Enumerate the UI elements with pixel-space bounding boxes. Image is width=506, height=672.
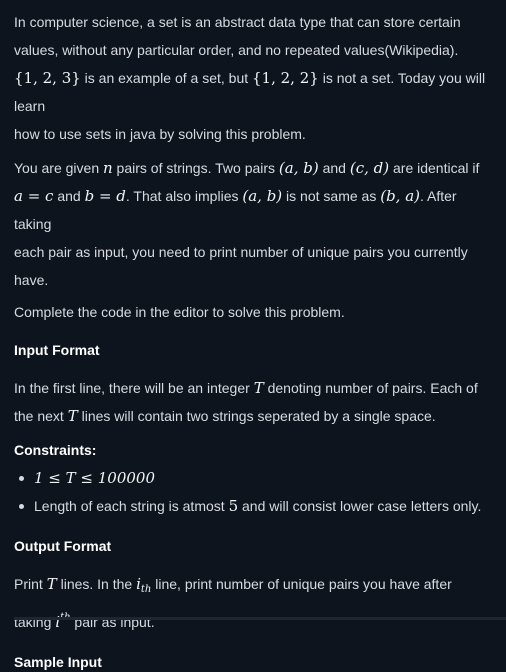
- text: lines. In the: [56, 576, 137, 592]
- math-T: T: [67, 407, 78, 425]
- text: denoting number of pairs. Each of: [263, 380, 478, 396]
- math-T: T: [253, 379, 264, 397]
- text: is an example of a set, but: [80, 70, 253, 86]
- math-n: n: [103, 159, 113, 177]
- text: line, print number of unique pairs you h…: [151, 576, 452, 592]
- input-format-line-1: In the first line, there will be an inte…: [0, 374, 506, 402]
- text: and: [53, 188, 85, 204]
- math-i-th: ith: [136, 575, 152, 595]
- intro-line-2: values, without any particular order, an…: [0, 36, 506, 64]
- task-line-2: a = c and b = d. That also implies (a, b…: [0, 182, 506, 238]
- intro-line-3: {1, 2, 3} is an example of a set, but {1…: [0, 64, 506, 120]
- intro-line-1: In computer science, a set is an abstrac…: [0, 8, 506, 36]
- text: and: [318, 160, 350, 176]
- text: the next: [14, 408, 68, 424]
- task-line-4: have.: [0, 266, 506, 294]
- text: have.: [14, 272, 49, 288]
- math-set-example: {1, 2, 3}: [14, 69, 81, 87]
- math-T: T: [46, 575, 57, 593]
- math-pair-ba: (b, a): [380, 187, 421, 205]
- input-format-line-2: the next T lines will contain two string…: [0, 402, 506, 430]
- constraints-heading: Constraints:: [14, 442, 97, 458]
- text: In computer science, a set is an abstrac…: [14, 14, 461, 30]
- text: are identical if: [389, 160, 480, 176]
- constraints-list: 1 ≤ T ≤ 100000 Length of each string is …: [0, 464, 506, 520]
- text: In the first line, there will be an inte…: [14, 380, 254, 396]
- output-format-line-2: taking ith pair as input.: [0, 604, 506, 636]
- subscript: th: [140, 584, 152, 595]
- input-format-heading: Input Format: [14, 342, 100, 358]
- text: Length of each string is atmost: [34, 498, 229, 514]
- text: values, without any particular order, an…: [14, 42, 459, 58]
- text: and will consist lower case letters only…: [238, 498, 482, 514]
- output-format-line-1: Print T lines. In the ith line, print nu…: [0, 570, 506, 604]
- text: You are given: [14, 160, 103, 176]
- text: pairs of strings. Two pairs: [112, 160, 279, 176]
- math-pair-ab: (a, b): [278, 159, 319, 177]
- problem-statement: In computer science, a set is an abstrac…: [0, 0, 506, 670]
- text: how to use sets in java by solving this …: [14, 126, 306, 142]
- math-set-counterexample: {1, 2, 2}: [252, 69, 319, 87]
- text: each pair as input, you need to print nu…: [14, 244, 468, 260]
- math-b-eq-d: b = d: [84, 187, 126, 205]
- sample-input-heading: Sample Input: [14, 654, 102, 670]
- list-item: Length of each string is atmost 5 and wi…: [19, 492, 506, 520]
- task-line-3: each pair as input, you need to print nu…: [0, 238, 506, 266]
- text: is not same as: [282, 188, 381, 204]
- text: lines will contain two strings seperated…: [77, 408, 436, 424]
- intro-line-4: how to use sets in java by solving this …: [0, 120, 506, 148]
- task-line-1: You are given n pairs of strings. Two pa…: [0, 154, 506, 182]
- math-pair-cd: (c, d): [349, 159, 390, 177]
- text: Complete the code in the editor to solve…: [14, 304, 345, 320]
- math-5: 5: [228, 497, 239, 515]
- math-i-th-sup: ith: [55, 612, 70, 631]
- math-constraint-T: 1 ≤ T ≤ 100000: [34, 469, 156, 487]
- math-a-eq-c: a = c: [14, 187, 54, 205]
- text: Print: [14, 576, 47, 592]
- math-pair-ab: (a, b): [242, 187, 283, 205]
- output-format-heading: Output Format: [14, 538, 112, 554]
- text: . That also implies: [125, 188, 243, 204]
- list-item: 1 ≤ T ≤ 100000: [19, 464, 506, 492]
- complete-instruction: Complete the code in the editor to solve…: [0, 298, 506, 326]
